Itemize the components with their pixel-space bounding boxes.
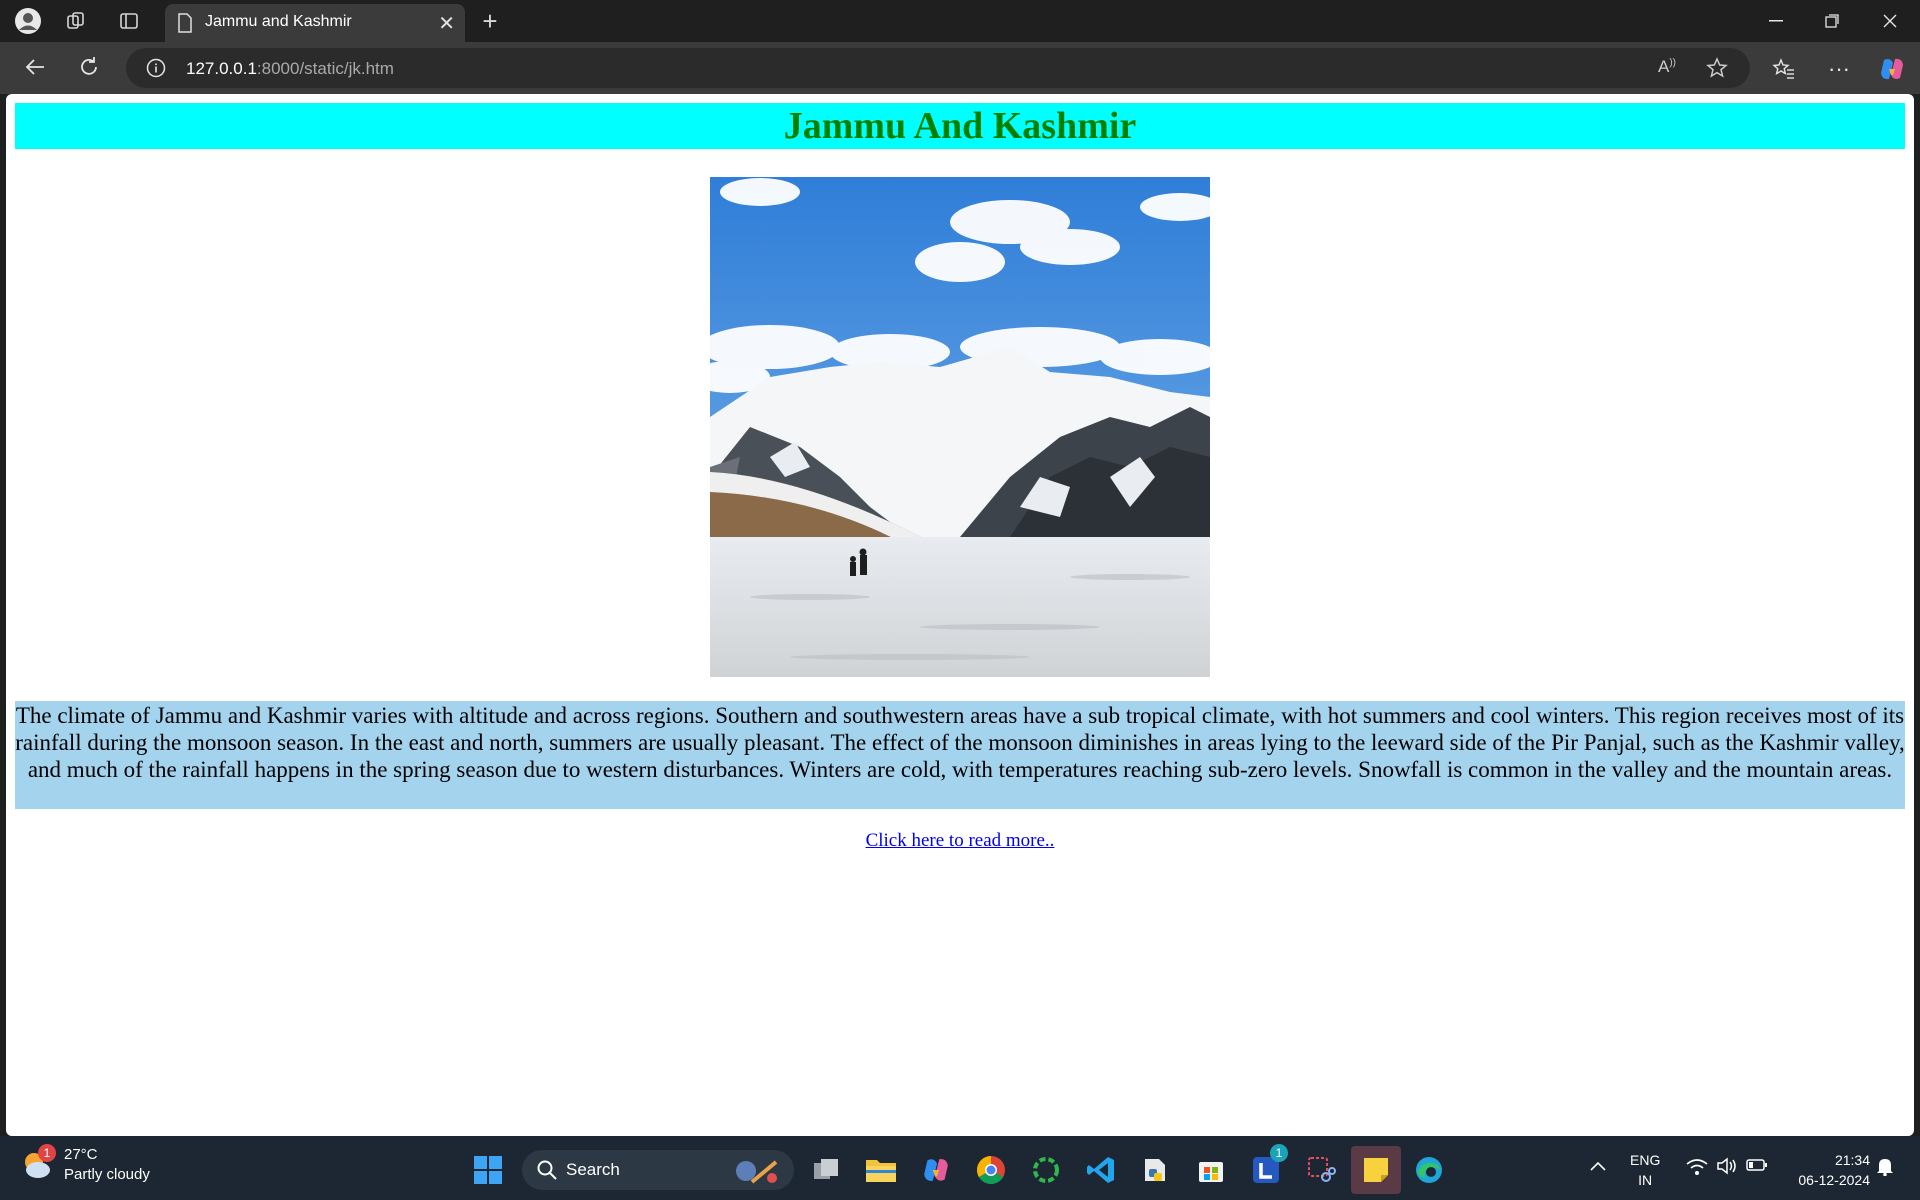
show-hidden-icons-icon[interactable]	[1590, 1158, 1606, 1174]
lang-line1: ENG	[1630, 1152, 1661, 1168]
copilot-app-icon[interactable]	[916, 1150, 956, 1190]
new-tab-icon[interactable]: +	[474, 6, 506, 36]
close-window-icon[interactable]	[1862, 0, 1918, 42]
taskbar-search[interactable]: Search	[522, 1150, 794, 1190]
clock-date: 06-12-2024	[1798, 1172, 1870, 1188]
restore-icon[interactable]	[1804, 0, 1860, 42]
vscode-icon[interactable]	[1081, 1150, 1121, 1190]
read-more-link[interactable]: Click here to read more..	[866, 830, 1055, 851]
store-icon[interactable]	[1191, 1150, 1231, 1190]
wifi-icon[interactable]	[1686, 1158, 1708, 1179]
browser-tab-strip: Jammu and Kashmir ✕ +	[0, 0, 1920, 42]
tab-active[interactable]: Jammu and Kashmir ✕	[165, 4, 465, 42]
taskbar: 1 27°C Partly cloudy Search 1 ENG IN 21:…	[0, 1136, 1920, 1200]
minimize-icon[interactable]	[1748, 0, 1804, 42]
more-menu-icon[interactable]: ···	[1822, 52, 1856, 86]
omnibox[interactable]: 127.0.0.1:8000/static/jk.htm A))	[126, 48, 1750, 88]
snow-mountain-photo	[710, 177, 1210, 677]
search-highlight-icon	[732, 1156, 782, 1191]
app-badge: 1	[1270, 1144, 1288, 1162]
language-indicator[interactable]: ENG IN	[1630, 1150, 1660, 1190]
favorite-star-icon[interactable]	[1706, 57, 1728, 84]
favorites-icon[interactable]	[1767, 52, 1801, 86]
climate-paragraph: The climate of Jammu and Kashmir varies …	[15, 701, 1905, 809]
clock[interactable]: 21:34 06-12-2024	[1786, 1150, 1870, 1190]
file-explorer-icon[interactable]	[861, 1150, 901, 1190]
tab-title: Jammu and Kashmir	[205, 13, 352, 30]
weather-desc: Partly cloudy	[64, 1166, 150, 1183]
read-more-container: Click here to read more..	[6, 830, 1914, 852]
copilot-icon[interactable]	[1875, 52, 1909, 86]
notification-bell-icon[interactable]	[1876, 1156, 1894, 1179]
task-view-icon[interactable]	[806, 1150, 846, 1190]
snipping-tool-icon[interactable]	[1301, 1150, 1341, 1190]
search-icon	[536, 1159, 558, 1186]
url-text: 127.0.0.1:8000/static/jk.htm	[186, 59, 394, 78]
start-icon[interactable]	[468, 1150, 508, 1190]
read-aloud-icon[interactable]: A))	[1658, 57, 1676, 77]
edge-icon[interactable]	[1409, 1150, 1449, 1190]
l-app-icon[interactable]: 1	[1246, 1144, 1288, 1190]
profile-avatar-icon[interactable]	[12, 6, 44, 36]
page-heading: Jammu And Kashmir	[15, 103, 1905, 149]
refresh-icon[interactable]	[72, 50, 106, 84]
lang-line2: IN	[1638, 1172, 1653, 1188]
workspaces-icon[interactable]	[60, 6, 92, 36]
back-icon[interactable]	[18, 50, 52, 84]
python-icon[interactable]	[1136, 1150, 1176, 1190]
chrome-icon[interactable]	[971, 1150, 1011, 1190]
weather-badge: 1	[38, 1144, 56, 1162]
sync-circle-icon[interactable]	[1026, 1150, 1066, 1190]
site-info-icon[interactable]	[146, 58, 166, 83]
address-bar-row: 127.0.0.1:8000/static/jk.htm A)) ···	[0, 42, 1920, 94]
weather-temp: 27°C	[64, 1146, 98, 1163]
volume-icon[interactable]	[1716, 1157, 1738, 1178]
web-page: Jammu And Kashmir The climate of Jammu a…	[6, 94, 1914, 1136]
search-label: Search	[566, 1160, 620, 1179]
vertical-tabs-icon[interactable]	[113, 6, 145, 36]
battery-icon[interactable]	[1746, 1158, 1768, 1175]
clock-time: 21:34	[1834, 1152, 1870, 1168]
page-icon	[177, 13, 193, 38]
sticky-notes-icon[interactable]	[1351, 1146, 1401, 1194]
close-tab-icon[interactable]: ✕	[438, 11, 455, 36]
